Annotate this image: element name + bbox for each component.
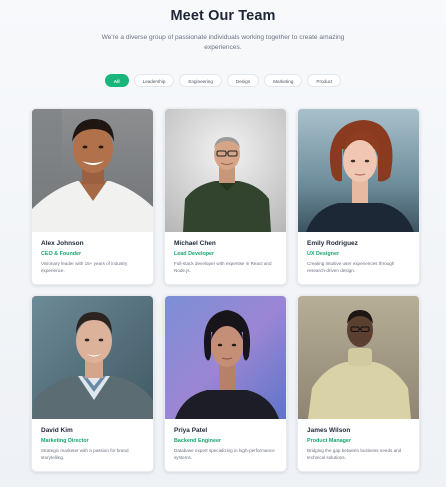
filter-product[interactable]: Product [307,74,342,87]
member-bio: Visionary leader with 15+ years of indus… [41,261,128,273]
member-name: Emily Rodriguez [307,240,358,247]
team-grid: Alex Johnson CEO & Founder Visionary lea… [31,108,421,472]
member-photo [298,296,419,419]
page-title: Meet Our Team [170,8,276,24]
member-bio: Full-stack developer with expertise in R… [174,261,272,273]
filter-leadership[interactable]: Leadership [133,74,175,87]
member-photo [32,296,153,419]
member-name: David Kim [41,427,73,434]
team-card[interactable]: Alex Johnson CEO & Founder Visionary lea… [31,108,154,285]
filter-design[interactable]: Design [226,74,260,87]
member-role: Marketing Director [41,438,89,444]
member-photo [165,296,286,419]
filter-marketing[interactable]: Marketing [264,74,303,87]
team-card[interactable]: James Wilson Product Manager Bridging th… [297,295,420,472]
member-photo [165,109,286,232]
filter-all[interactable]: All [104,74,129,87]
team-card[interactable]: David Kim Marketing Director Strategic m… [31,295,154,472]
filter-engineering[interactable]: Engineering [179,74,222,87]
team-card[interactable]: Emily Rodriguez UX Designer Creating int… [297,108,420,285]
member-role: Backend Engineer [174,438,222,444]
team-card[interactable]: Michael Chen Lead Developer Full-stack d… [164,108,287,285]
member-photo [298,109,419,232]
member-bio: Strategic marketer with a passion for br… [41,448,129,460]
member-role: CEO & Founder [41,251,82,257]
member-role: Product Manager [307,438,352,444]
member-bio: Creating intuitive user experiences thro… [307,261,395,273]
team-header: Meet Our Team We're a diverse group of p… [0,0,446,53]
team-card[interactable]: Priya Patel Backend Engineer Database ex… [164,295,287,472]
member-name: James Wilson [307,427,351,434]
member-name: Michael Chen [174,240,216,247]
page-subtitle: We're a diverse group of passionate indi… [101,34,345,51]
member-bio: Bridging the gap between business needs … [307,448,402,460]
member-bio: Database expert specializing in high-per… [174,448,275,460]
member-name: Priya Patel [174,427,208,434]
member-name: Alex Johnson [41,240,84,247]
member-photo [32,109,153,232]
member-role: UX Designer [307,251,340,257]
filter-bar: All Leadership Engineering Design Market… [0,74,446,87]
member-role: Lead Developer [174,251,215,257]
team-page: Meet Our Team We're a diverse group of p… [0,0,446,487]
